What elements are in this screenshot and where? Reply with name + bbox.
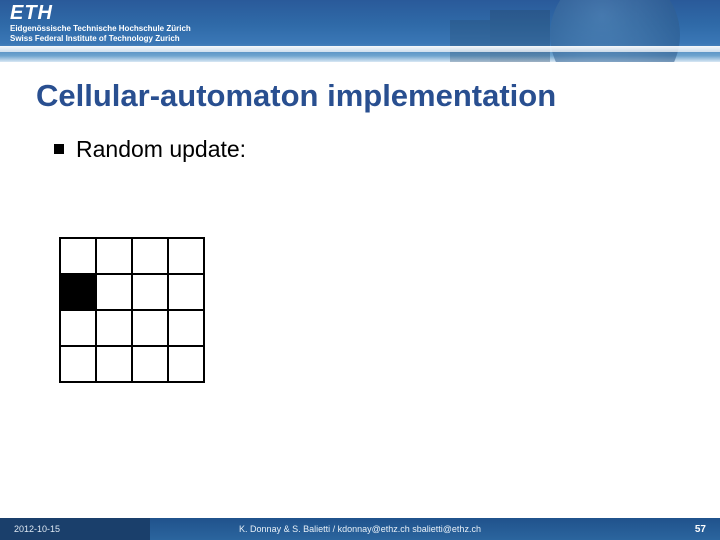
grid-cell [131, 273, 169, 311]
eth-logo: ETH [10, 2, 53, 25]
grid-cell [95, 345, 133, 383]
grid-cell [95, 237, 133, 275]
slide-footer: 2012-10-15 K. Donnay & S. Balietti / kdo… [0, 518, 720, 540]
bullet-text: Random update: [76, 136, 246, 163]
bullet-square-icon [54, 144, 64, 154]
footer-credits: K. Donnay & S. Balietti / kdonnay@ethz.c… [0, 518, 720, 540]
bullet-item: Random update: [54, 136, 720, 163]
grid-cell [95, 273, 133, 311]
grid-cell [95, 309, 133, 347]
grid-cell [59, 237, 97, 275]
grid-cell [167, 273, 205, 311]
grid-cell [167, 309, 205, 347]
grid-cell [167, 345, 205, 383]
grid-cell [167, 237, 205, 275]
header-dome-icon [550, 0, 680, 62]
header-skyline [420, 0, 720, 62]
header-building-icon [490, 10, 550, 62]
slide-header: ETH Eidgenössische Technische Hochschule… [0, 0, 720, 62]
header-tagline-1: Eidgenössische Technische Hochschule Zür… [10, 24, 191, 33]
slide-title: Cellular-automaton implementation [36, 78, 720, 114]
footer-page-number: 57 [695, 518, 706, 540]
grid-cell [131, 309, 169, 347]
header-divider [0, 46, 720, 52]
grid-cell [59, 345, 97, 383]
header-building-icon [450, 20, 490, 62]
header-tagline-2: Swiss Federal Institute of Technology Zu… [10, 34, 180, 43]
grid-cell [59, 309, 97, 347]
cellular-grid [60, 238, 204, 382]
grid-cell [131, 345, 169, 383]
grid-cell [131, 237, 169, 275]
eth-logo-text: ETH [10, 2, 53, 24]
slide: ETH Eidgenössische Technische Hochschule… [0, 0, 720, 540]
grid-cell-filled [59, 273, 97, 311]
